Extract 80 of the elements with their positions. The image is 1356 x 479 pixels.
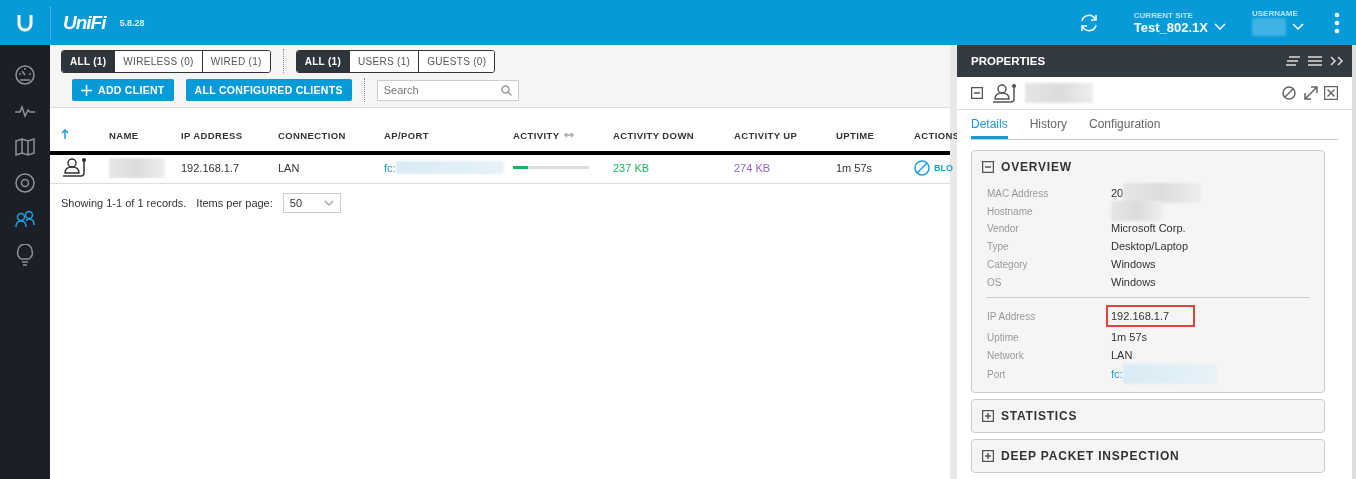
client-icon bbox=[991, 83, 1017, 103]
collapse-icon[interactable] bbox=[982, 161, 994, 173]
chevron-down-icon[interactable] bbox=[1292, 23, 1304, 31]
resize-arrows-icon bbox=[564, 132, 575, 138]
field-label: Network bbox=[987, 349, 1025, 361]
field-label: Uptime bbox=[987, 331, 1020, 343]
field-label: Port bbox=[987, 368, 1007, 380]
field-value: Microsoft Corp. bbox=[1111, 222, 1186, 234]
sidebar-dashboard-icon[interactable] bbox=[14, 64, 36, 86]
field-label: IP Address bbox=[987, 310, 1037, 322]
column-header[interactable]: AP/PORT bbox=[384, 129, 513, 141]
sidebar-devices-icon[interactable] bbox=[14, 172, 36, 194]
sidebar-map-icon[interactable] bbox=[14, 136, 36, 158]
expand-icon[interactable] bbox=[1304, 86, 1318, 100]
section-title[interactable]: DEEP PACKET INSPECTION bbox=[1001, 449, 1180, 463]
filter-tab[interactable]: ALL (1) bbox=[62, 50, 115, 72]
field-label: OS bbox=[987, 276, 1003, 288]
sort-up-icon[interactable] bbox=[61, 129, 69, 139]
chevron-down-icon[interactable] bbox=[1214, 23, 1226, 31]
field-value: 192.168.1.7 bbox=[1106, 305, 1196, 327]
panel-tab[interactable]: Configuration bbox=[1089, 110, 1161, 139]
align-icon[interactable] bbox=[1286, 56, 1300, 66]
field-value: Desktop/Laptop bbox=[1111, 240, 1189, 252]
table-cell-text: LAN bbox=[278, 161, 301, 174]
column-header[interactable]: ACTIVITY DOWN bbox=[613, 129, 734, 141]
redacted-blur bbox=[1025, 83, 1093, 103]
filter-tab[interactable]: ALL (1) bbox=[296, 50, 350, 72]
panel-tab[interactable]: History bbox=[1029, 110, 1068, 139]
redacted-blur bbox=[1252, 18, 1286, 36]
field-label: Category bbox=[987, 258, 1029, 270]
field-value: 1m 57s bbox=[1111, 331, 1148, 343]
block-icon[interactable] bbox=[1282, 86, 1296, 100]
search-field[interactable]: Search bbox=[376, 79, 519, 101]
block-icon[interactable] bbox=[914, 159, 930, 176]
filter-tab[interactable]: WIRELESS (0) bbox=[114, 50, 202, 72]
items-per-page-label: Items per page: bbox=[196, 197, 273, 209]
version-label: 5.8.28 bbox=[119, 17, 145, 28]
table-cell-text: 274 KB bbox=[734, 161, 772, 174]
filter-tab[interactable]: GUESTS (0) bbox=[418, 50, 495, 72]
collapse-icon[interactable] bbox=[971, 87, 983, 99]
sidebar-insights-icon[interactable] bbox=[14, 244, 36, 266]
column-header[interactable]: NAME bbox=[109, 129, 181, 141]
collapse-panel-icon[interactable] bbox=[1330, 56, 1344, 66]
table-cell-text: 192.168.1.7 bbox=[181, 161, 241, 174]
field-value: 20 bbox=[1111, 187, 1124, 199]
column-header[interactable]: ACTIVITY UP bbox=[734, 129, 836, 141]
column-header[interactable]: UPTIME bbox=[836, 129, 914, 141]
column-header[interactable]: ACTIVITY bbox=[513, 129, 560, 141]
field-value: LAN bbox=[1111, 349, 1133, 361]
panel-title: PROPERTIES bbox=[971, 55, 1046, 67]
filter-tab[interactable]: USERS (1) bbox=[349, 50, 419, 72]
field-label: Type bbox=[987, 240, 1010, 252]
column-header[interactable]: IP ADDRESS bbox=[181, 129, 278, 141]
section-title[interactable]: STATISTICS bbox=[1001, 409, 1078, 423]
redacted-blur bbox=[109, 157, 165, 178]
expand-icon[interactable] bbox=[982, 450, 994, 462]
field-label: MAC Address bbox=[987, 187, 1050, 199]
per-page-select[interactable]: 50 bbox=[282, 193, 341, 213]
client-icon bbox=[61, 156, 87, 177]
search-icon bbox=[500, 84, 512, 96]
table-cell-text: 1m 57s bbox=[836, 161, 874, 174]
list-icon[interactable] bbox=[1308, 56, 1322, 66]
records-summary: Showing 1-1 of 1 records. bbox=[61, 197, 187, 209]
field-label: Hostname bbox=[987, 205, 1034, 217]
filter-tab[interactable]: WIRED (1) bbox=[201, 50, 270, 72]
username-label: USERNAME bbox=[1252, 9, 1299, 18]
column-header[interactable]: CONNECTION bbox=[278, 129, 384, 141]
chevron-down-icon bbox=[323, 200, 334, 206]
field-value: Windows bbox=[1111, 276, 1156, 288]
field-label: Vendor bbox=[987, 222, 1020, 234]
table-cell-text: 237 KB bbox=[613, 161, 651, 174]
field-value: Windows bbox=[1111, 258, 1156, 270]
close-icon[interactable] bbox=[1324, 86, 1338, 100]
sidebar-clients-icon[interactable] bbox=[14, 208, 36, 230]
plus-icon bbox=[81, 84, 92, 96]
section-title[interactable]: OVERVIEW bbox=[1001, 160, 1072, 174]
logo-text: UniFi bbox=[63, 11, 106, 34]
more-menu-icon[interactable] bbox=[1334, 11, 1340, 34]
site-label: CURRENT SITE bbox=[1133, 10, 1194, 20]
expand-icon[interactable] bbox=[982, 410, 994, 422]
